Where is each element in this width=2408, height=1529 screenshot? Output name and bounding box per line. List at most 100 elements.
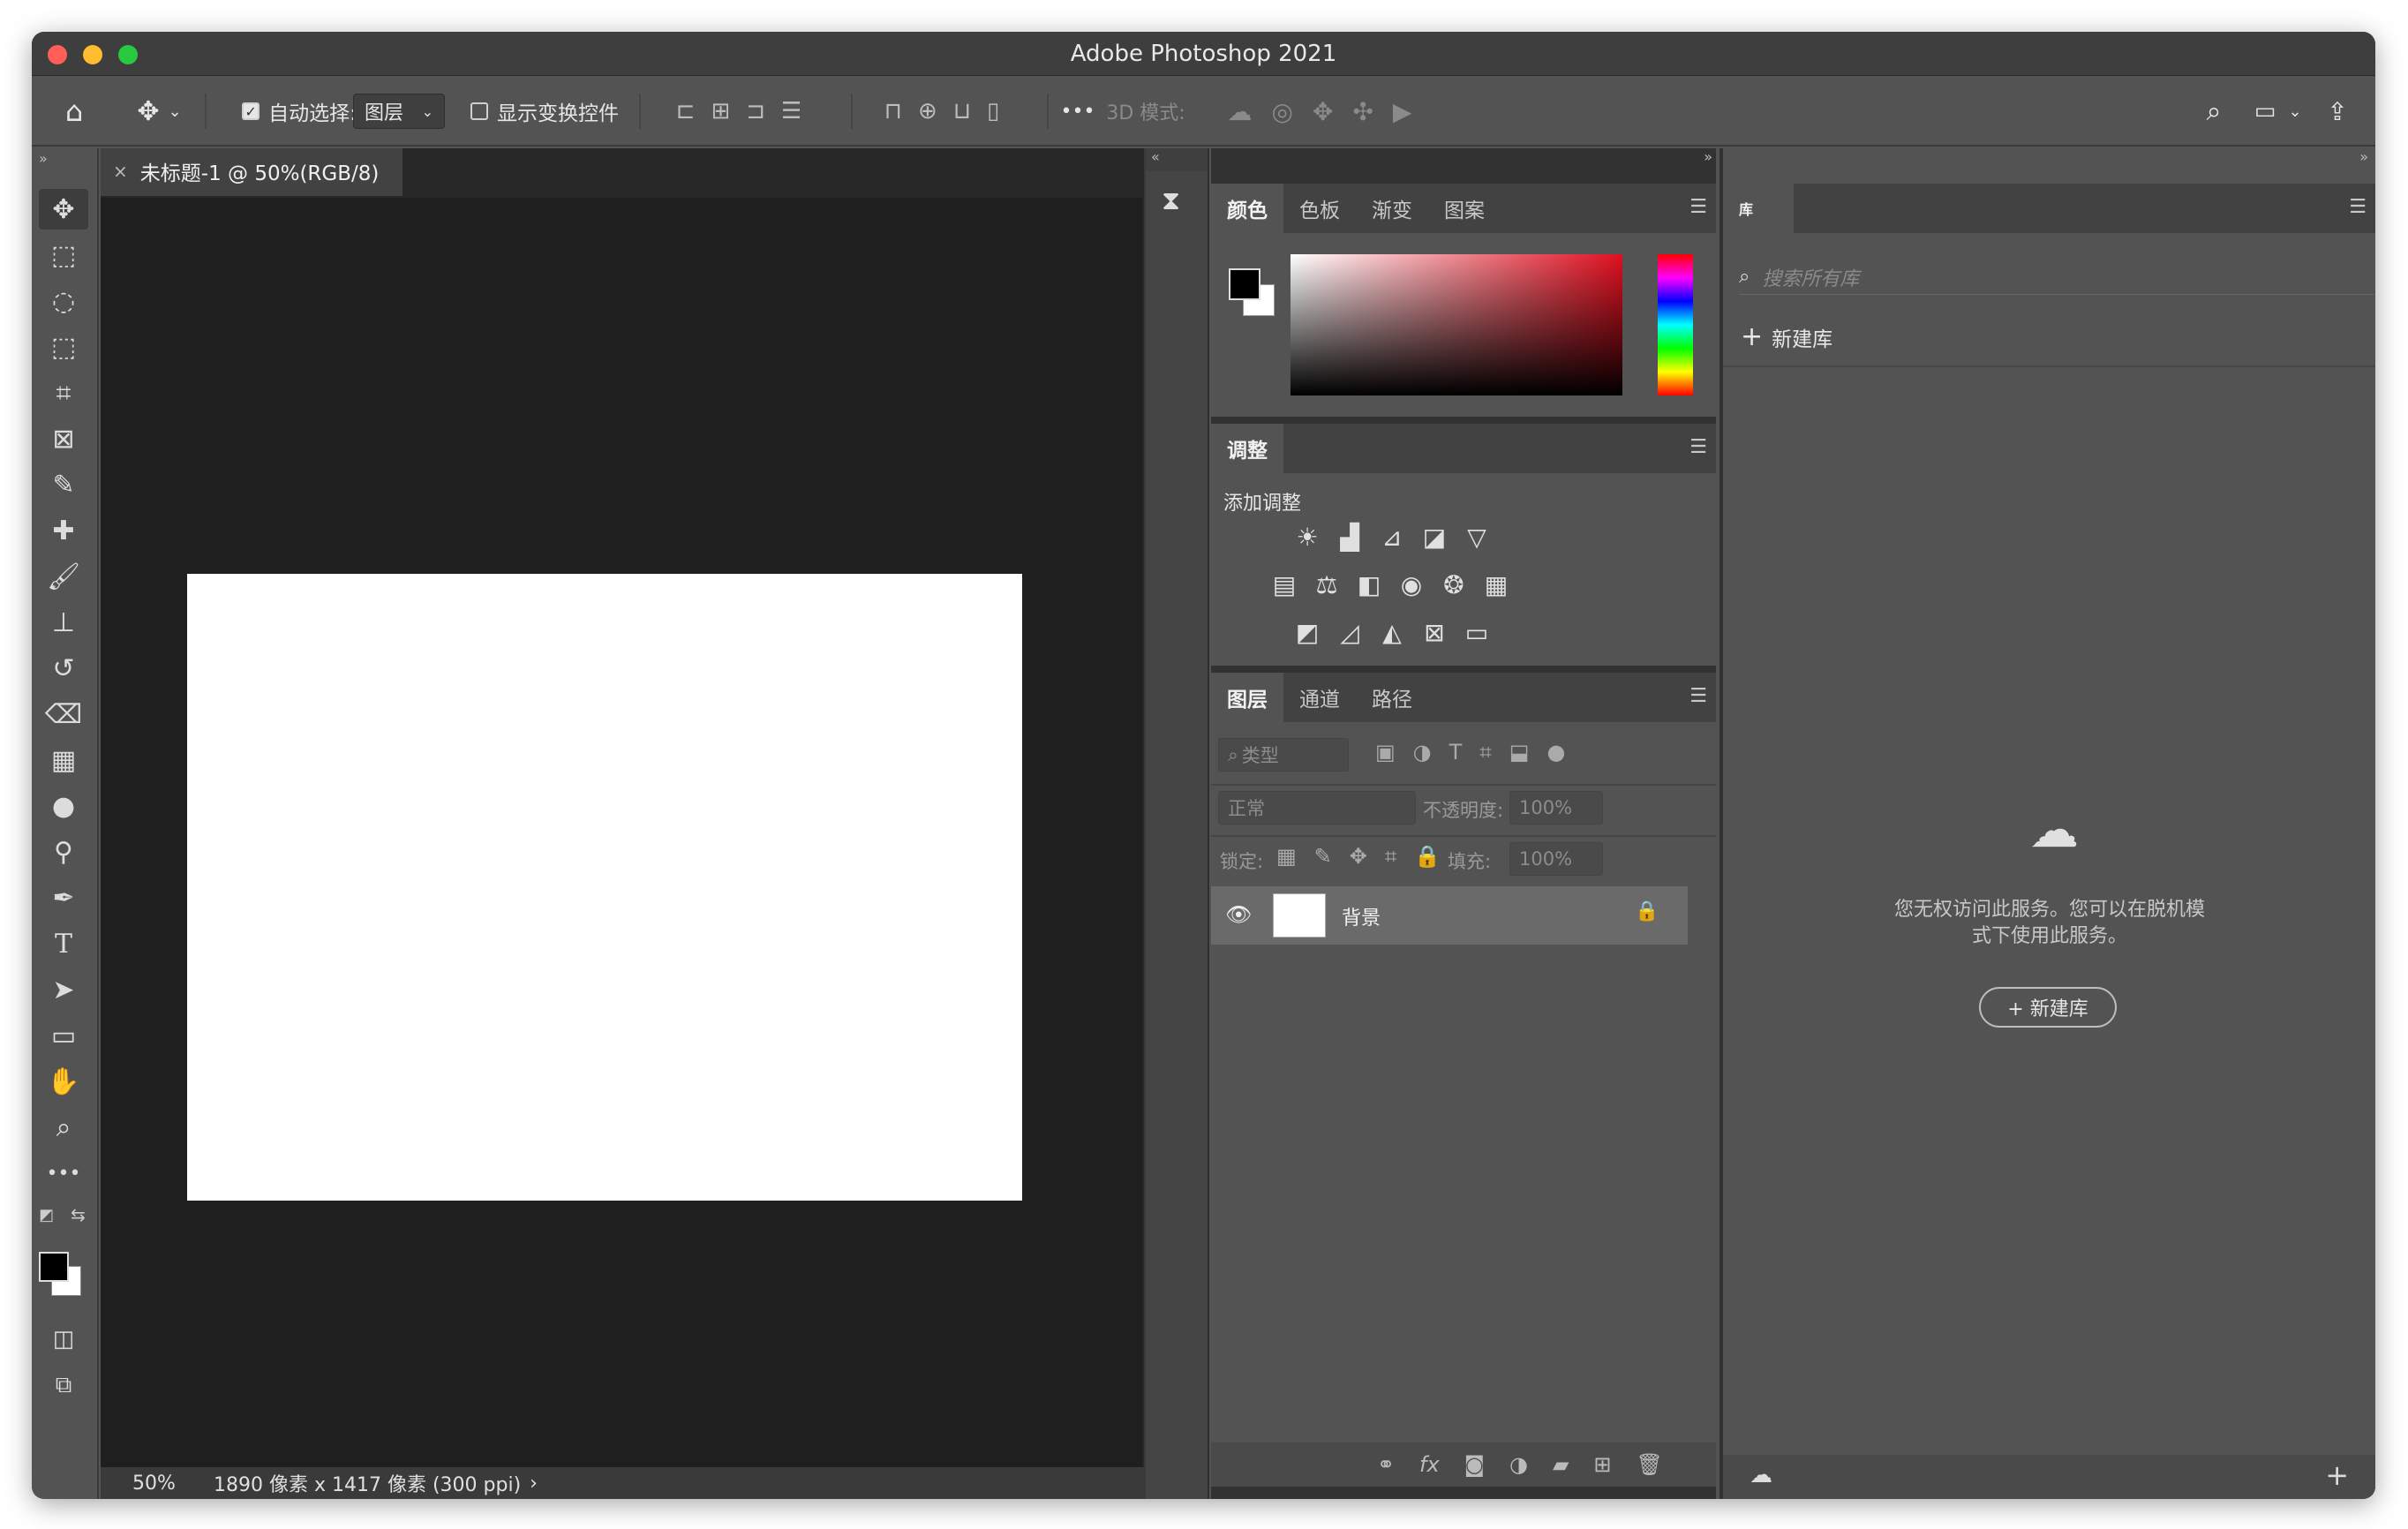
close-tab-icon[interactable]: ×: [113, 161, 128, 182]
document-canvas[interactable]: [187, 574, 1022, 1201]
dodge-tool-icon[interactable]: ⚲: [39, 832, 88, 872]
black-white-icon[interactable]: ◧: [1354, 570, 1384, 599]
color-lookup-icon[interactable]: ▦: [1481, 570, 1511, 599]
collapse-icon[interactable]: »: [1704, 148, 1712, 165]
chevron-down-icon[interactable]: ⌄: [2284, 76, 2306, 147]
zoom-tool-icon[interactable]: ⌕: [39, 1107, 88, 1148]
marquee-tool-icon[interactable]: ⬚: [39, 235, 88, 275]
panel-menu-icon[interactable]: ☰: [2349, 196, 2367, 218]
posterize-icon[interactable]: ◿: [1335, 618, 1365, 647]
selective-color-icon[interactable]: ⊠: [1419, 618, 1449, 647]
document-tab[interactable]: × 未标题-1 @ 50%(RGB/8): [101, 148, 403, 196]
align-buttons[interactable]: ⊏⊞⊐☰: [650, 76, 844, 147]
quick-mask-icon[interactable]: ◫: [39, 1319, 88, 1360]
type-tool-icon[interactable]: T: [39, 923, 88, 964]
history-panel-icon[interactable]: ⧗: [1162, 185, 1180, 216]
tab-layers[interactable]: 图层: [1211, 673, 1283, 722]
show-transform-option[interactable]: 显示变换控件: [461, 76, 628, 147]
distribute-buttons[interactable]: ⊓⊕⊔▯: [862, 76, 1038, 147]
hue-slider[interactable]: [1658, 254, 1693, 395]
add-icon[interactable]: +: [2325, 1458, 2349, 1492]
lock-icons[interactable]: ▦✎✥⌗🔒: [1276, 844, 1458, 869]
close-window-button[interactable]: [48, 45, 67, 64]
clone-stamp-tool-icon[interactable]: ⊥: [39, 602, 88, 643]
chevron-right-icon[interactable]: ›: [530, 1473, 538, 1495]
panel-menu-icon[interactable]: ☰: [1689, 436, 1707, 458]
edit-toolbar-icon[interactable]: •••: [39, 1153, 88, 1194]
eye-icon[interactable]: 👁: [1225, 902, 1252, 927]
frame-tool-icon[interactable]: ⊠: [39, 418, 88, 459]
tab-swatches[interactable]: 色板: [1283, 184, 1356, 233]
link-icon[interactable]: ⚭: [1377, 1452, 1395, 1477]
tool-preset-chevron-icon[interactable]: ⌄: [164, 76, 185, 147]
home-icon[interactable]: ⌂: [49, 76, 99, 147]
panel-menu-icon[interactable]: ☰: [1689, 196, 1707, 218]
panel-menu-icon[interactable]: ☰: [1689, 685, 1707, 707]
tab-channels[interactable]: 通道: [1283, 673, 1356, 722]
eyedropper-tool-icon[interactable]: ✎: [39, 464, 88, 505]
swap-colors-icon[interactable]: ⇆: [71, 1204, 86, 1225]
foreground-color-swatch[interactable]: [1229, 268, 1260, 300]
trash-icon[interactable]: 🗑: [1637, 1452, 1663, 1477]
channel-mixer-icon[interactable]: ❂: [1439, 570, 1469, 599]
move-tool-icon[interactable]: ✥: [39, 189, 88, 230]
fx-icon[interactable]: fx: [1419, 1452, 1440, 1477]
zoom-level[interactable]: 50%: [132, 1473, 208, 1495]
curves-icon[interactable]: ⊿: [1377, 523, 1407, 552]
lasso-tool-icon[interactable]: ◌: [39, 281, 88, 321]
tab-adjustments[interactable]: 调整: [1211, 424, 1283, 473]
foreground-color-swatch[interactable]: [39, 1252, 69, 1282]
search-icon[interactable]: ⌕: [2194, 76, 2233, 147]
crop-tool-icon[interactable]: ⌗: [39, 373, 88, 413]
new-library-link[interactable]: + 新建库: [1741, 321, 1832, 352]
collapse-icon[interactable]: »: [39, 150, 48, 167]
library-search-input[interactable]: ⌕ 搜索所有库: [1739, 260, 2374, 295]
layer-row[interactable]: 👁 背景 🔒: [1211, 886, 1688, 945]
color-balance-icon[interactable]: ⚖: [1312, 570, 1342, 599]
photo-filter-icon[interactable]: ◉: [1396, 570, 1426, 599]
history-brush-tool-icon[interactable]: ↺: [39, 648, 88, 689]
minimize-window-button[interactable]: [83, 45, 102, 64]
new-layer-icon[interactable]: ⊞: [1593, 1452, 1611, 1477]
rectangle-tool-icon[interactable]: ▭: [39, 1015, 88, 1056]
pen-tool-icon[interactable]: ✒: [39, 877, 88, 918]
mask-icon[interactable]: ◙: [1464, 1452, 1485, 1477]
workspace-icon[interactable]: ▭: [2246, 76, 2284, 147]
more-options-button[interactable]: •••: [1056, 76, 1100, 147]
healing-brush-tool-icon[interactable]: ✚: [39, 510, 88, 551]
blend-mode-dropdown[interactable]: 正常: [1218, 791, 1416, 825]
brush-tool-icon[interactable]: 🖌: [39, 556, 88, 597]
levels-icon[interactable]: ▟: [1335, 523, 1365, 552]
blur-tool-icon[interactable]: ●: [39, 786, 88, 826]
hand-tool-icon[interactable]: ✋: [39, 1061, 88, 1102]
fill-field[interactable]: 100%: [1509, 842, 1603, 876]
folder-icon[interactable]: ▰: [1553, 1452, 1569, 1477]
opacity-field[interactable]: 100%: [1509, 791, 1603, 825]
share-icon[interactable]: ⇪: [2318, 76, 2357, 147]
tab-libraries[interactable]: 库: [1723, 184, 1794, 233]
layer-filter-icons[interactable]: ▣◑T⌗⬓●: [1375, 740, 1583, 764]
brightness-contrast-icon[interactable]: ☀: [1292, 523, 1322, 552]
zoom-window-button[interactable]: [118, 45, 138, 64]
gradient-tool-icon[interactable]: ▦: [39, 740, 88, 780]
canvas-pasteboard[interactable]: [101, 198, 1142, 1476]
gradient-map-icon[interactable]: ▭: [1462, 618, 1492, 647]
threshold-icon[interactable]: ◭: [1377, 618, 1407, 647]
adjustment-layer-icon[interactable]: ◑: [1509, 1452, 1528, 1477]
eraser-tool-icon[interactable]: ⌫: [39, 694, 88, 734]
3d-mode-icons[interactable]: ☁◎✥✣▶: [1197, 76, 1462, 147]
object-select-tool-icon[interactable]: ⬚: [39, 327, 88, 367]
layer-filter-dropdown[interactable]: ⌕ 类型: [1218, 738, 1349, 772]
path-selection-tool-icon[interactable]: ➤: [39, 969, 88, 1010]
screen-mode-icon[interactable]: ⧉: [39, 1365, 88, 1405]
auto-select-option[interactable]: ✓ 自动选择:: [224, 76, 374, 147]
show-transform-checkbox[interactable]: [470, 102, 488, 120]
tab-patterns[interactable]: 图案: [1428, 184, 1501, 233]
cloud-sync-icon[interactable]: ☁: [1750, 1462, 1772, 1488]
auto-select-checkbox[interactable]: ✓: [242, 102, 260, 120]
tab-gradients[interactable]: 渐变: [1356, 184, 1428, 233]
new-library-button[interactable]: + 新建库: [1979, 987, 2117, 1028]
invert-icon[interactable]: ◩: [1292, 618, 1322, 647]
tab-color[interactable]: 颜色: [1211, 184, 1283, 233]
expand-icon[interactable]: «: [1151, 148, 1160, 165]
